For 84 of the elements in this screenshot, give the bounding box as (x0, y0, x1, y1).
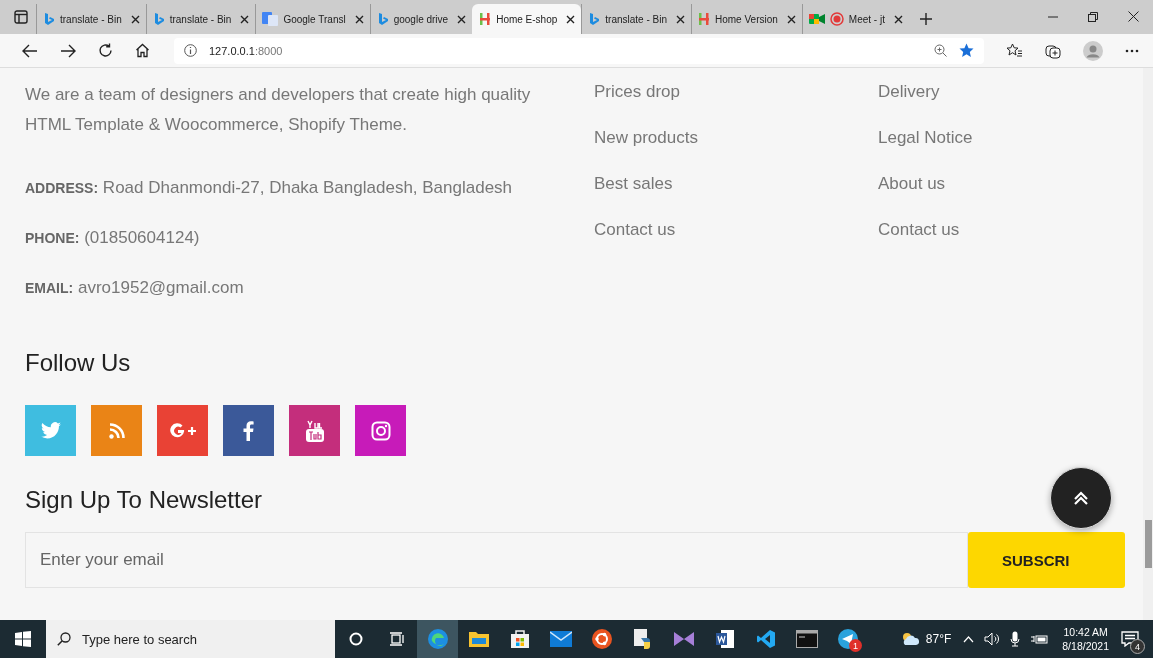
zoom-icon[interactable] (934, 44, 947, 57)
close-icon[interactable] (240, 14, 250, 24)
footer-link[interactable]: Contact us (878, 218, 973, 241)
close-icon[interactable] (130, 14, 140, 24)
contact-info: EMAIL: avro1952@gmail.com (25, 277, 245, 299)
address-bar[interactable]: 127.0.0.1:8000 (174, 37, 984, 64)
h-logo-icon (698, 12, 710, 26)
more-icon[interactable] (1125, 48, 1139, 53)
b-letter-icon (376, 12, 389, 26)
favorites-icon[interactable] (1006, 43, 1023, 58)
url-text: 127.0.0.1:8000 (209, 44, 283, 57)
close-icon[interactable] (676, 14, 685, 24)
edge-icon[interactable] (417, 620, 458, 658)
footer-link[interactable]: Best sales (594, 172, 878, 195)
close-icon[interactable] (354, 14, 364, 24)
social-button[interactable] (157, 405, 208, 456)
restore-icon[interactable] (1088, 11, 1098, 22)
chevron-up-icon[interactable] (963, 635, 975, 643)
browser-tab[interactable]: Home E-shop (472, 4, 582, 34)
rss-icon (108, 422, 125, 439)
search-icon (57, 632, 71, 646)
follow-heading: Follow Us (25, 349, 131, 377)
temperature[interactable]: 87°F (925, 632, 952, 646)
scrollbar[interactable] (1143, 68, 1153, 620)
bird-icon (40, 422, 61, 439)
clock-date[interactable]: 8/18/2021 (1062, 639, 1109, 653)
close-icon[interactable] (786, 14, 796, 24)
translate-icon (262, 12, 279, 26)
battery-icon[interactable] (1030, 633, 1049, 645)
close-icon[interactable] (1128, 11, 1139, 22)
footer-link[interactable]: Delivery (878, 80, 973, 103)
tab-title: google drive (393, 13, 449, 25)
microphone-icon[interactable] (1010, 631, 1021, 647)
info-icon (184, 44, 197, 57)
footer-link[interactable]: Contact us (594, 218, 878, 241)
h-logo-icon (479, 12, 492, 26)
email-field[interactable]: Enter your email (25, 532, 968, 588)
back-icon[interactable] (22, 43, 38, 58)
forward-icon[interactable] (60, 43, 76, 58)
home-icon[interactable] (135, 43, 150, 58)
tab-title: Home E-shop (496, 13, 558, 25)
social-button[interactable] (289, 405, 340, 456)
star-icon[interactable] (959, 43, 974, 58)
youtube-icon (305, 419, 324, 442)
social-button[interactable] (223, 405, 274, 456)
contact-info: ADDRESS: Road Dhanmondi-27, Dhaka Bangladesh, Bangladesh (25, 177, 514, 199)
footer-link[interactable]: New products (594, 126, 878, 149)
double-chevron-up-icon (1073, 490, 1089, 506)
speaker-icon[interactable] (984, 632, 1001, 646)
b-letter-icon (588, 12, 601, 26)
g-plus-icon (168, 421, 197, 440)
tab-title: translate - Bin (60, 13, 122, 25)
subscribe-button[interactable]: SUBSCRI (968, 532, 1125, 588)
footer-link[interactable]: Legal Notice (878, 126, 973, 149)
f-letter-icon (243, 420, 254, 441)
clock-time[interactable]: 10:42 AM (1063, 625, 1108, 639)
notification-count: 4 (1130, 639, 1145, 654)
close-icon[interactable] (893, 14, 903, 24)
refresh-icon[interactable] (98, 43, 113, 58)
social-button[interactable] (355, 405, 406, 456)
collections-icon[interactable] (1045, 42, 1061, 59)
footer-link[interactable]: About us (878, 172, 973, 195)
tab-title: Google Transl (283, 13, 346, 25)
notification-badge: 1 (849, 639, 862, 652)
video-camera-icon (808, 13, 825, 25)
new-tab-icon[interactable] (918, 12, 933, 26)
close-icon[interactable] (566, 14, 576, 24)
close-icon[interactable] (457, 14, 467, 24)
recording-icon (829, 12, 844, 26)
b-letter-icon (152, 12, 165, 26)
scroll-to-top-button[interactable] (1050, 467, 1112, 529)
tab-title: Home Version (715, 13, 778, 25)
contact-info: PHONE: (01850604124) (25, 227, 201, 249)
profile-avatar-icon[interactable] (1083, 40, 1103, 61)
tab-title: Meet - jt (848, 13, 885, 25)
camera-icon (370, 420, 391, 441)
tab-title: translate - Bin (605, 13, 667, 25)
tab-title: translate - Bin (169, 13, 232, 25)
newsletter-heading: Sign Up To Newsletter (25, 486, 262, 514)
b-letter-icon (43, 12, 55, 26)
search-placeholder: Type here to search (82, 631, 197, 647)
about-text: We are a team of designers and developers that create high quality HTML Template & Woocommerce, Shopify Theme. (25, 84, 532, 136)
taskbar-search-field[interactable]: Type here to search (46, 620, 335, 658)
footer-link[interactable]: Prices drop (594, 80, 878, 103)
